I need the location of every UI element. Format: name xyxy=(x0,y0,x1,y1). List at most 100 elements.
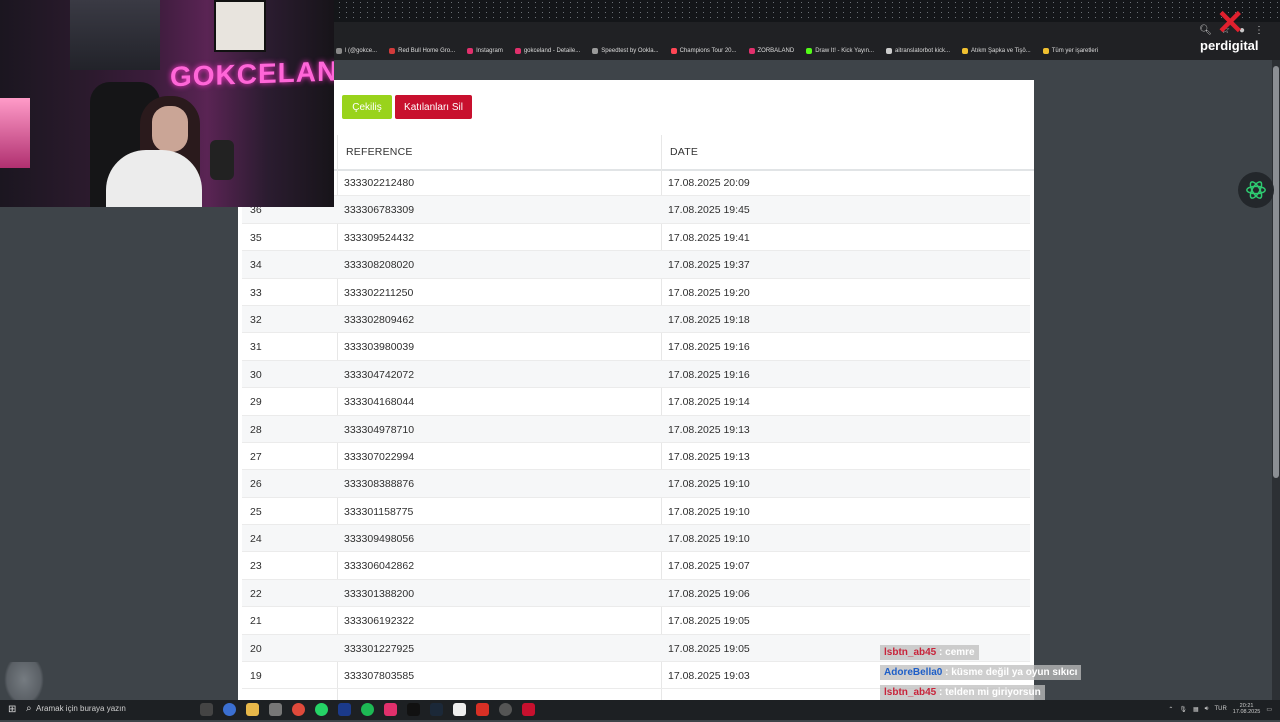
participants-panel: Çekiliş Katılanları Sil REFERENCE DATE 3… xyxy=(238,80,1034,700)
table-row: 23 333306042862 17.08.2025 19:07 xyxy=(242,552,1030,580)
table-row: 34 333308208020 17.08.2025 19:37 xyxy=(242,251,1030,279)
reference-cell: 333309498056 xyxy=(344,533,415,546)
network-icon[interactable]: ▦ xyxy=(1193,706,1199,713)
page-scrollbar[interactable] xyxy=(1272,60,1280,700)
taskbar-search-input[interactable]: Aramak için buraya yazın xyxy=(36,704,126,713)
bookmark-item[interactable]: Speedtest by Ookla... xyxy=(592,48,659,54)
tray-chevron-icon[interactable]: ⌃ xyxy=(1168,706,1173,713)
chat-text: : küsme değil ya oyun sıkıcı xyxy=(945,666,1078,678)
chrome-icon[interactable] xyxy=(292,703,305,716)
bookmark-item[interactable]: Red Bull Home Gro... xyxy=(389,48,455,54)
date-cell: 17.08.2025 19:16 xyxy=(668,368,750,381)
bookmark-item[interactable]: Champions Tour 20... xyxy=(670,48,737,54)
instagram-icon[interactable] xyxy=(384,703,397,716)
table-header: REFERENCE DATE xyxy=(238,135,1034,171)
bookmark-favicon-icon xyxy=(592,48,599,54)
language-indicator[interactable]: TUR xyxy=(1214,706,1226,712)
streamer-face xyxy=(152,106,188,152)
obs-icon[interactable] xyxy=(499,703,512,716)
row-number: 21 xyxy=(250,615,262,628)
steam-icon[interactable] xyxy=(430,703,443,716)
reference-cell: 333308208020 xyxy=(344,259,415,272)
draw-button[interactable]: Çekiliş xyxy=(342,95,392,119)
reference-cell: 333306192322 xyxy=(344,615,415,628)
tiktok-icon[interactable] xyxy=(407,703,420,716)
photoshop-icon[interactable] xyxy=(338,703,351,716)
reference-cell: 333304742072 xyxy=(344,368,415,381)
bookmark-favicon-icon xyxy=(885,48,892,54)
neon-sign: GOKCELAND xyxy=(170,54,334,93)
bookmark-item[interactable]: Draw It! - Kick Yayın... xyxy=(806,48,874,54)
bookmark-item[interactable]: ZORBALAND xyxy=(748,48,794,54)
bookmark-label: gokceland - Detaile... xyxy=(523,48,581,54)
brand-name: perdigital xyxy=(1200,38,1259,53)
row-number: 25 xyxy=(250,505,262,518)
reference-cell: 333309524432 xyxy=(344,231,415,244)
date-cell: 17.08.2025 19:10 xyxy=(668,533,750,546)
chat-text: : telden mi giriyorsun xyxy=(939,686,1041,698)
reference-cell: 333304168044 xyxy=(344,396,415,409)
delete-participants-button[interactable]: Katılanları Sil xyxy=(395,95,472,119)
row-number: 29 xyxy=(250,396,262,409)
row-number: 24 xyxy=(250,533,262,546)
row-number: 20 xyxy=(250,642,262,655)
date-cell: 17.08.2025 19:03 xyxy=(668,670,750,683)
bookmark-item[interactable]: Atıkm Şapka ve Tişö... xyxy=(962,48,1031,54)
bookmark-item[interactable]: l (@gokce... xyxy=(336,48,377,54)
reference-cell: 333302809462 xyxy=(344,313,415,326)
bookmark-item[interactable]: Instagram xyxy=(467,48,503,54)
search-icon[interactable]: ⌕ xyxy=(26,703,32,714)
table-row: 24 333309498056 17.08.2025 19:10 xyxy=(242,525,1030,553)
windows-start-icon[interactable]: ⊞ xyxy=(8,704,16,715)
bookmark-favicon-icon xyxy=(962,48,969,54)
ai-assistant-icon[interactable] xyxy=(1238,172,1274,208)
date-cell: 17.08.2025 19:10 xyxy=(668,478,750,491)
bookmark-label: Champions Tour 20... xyxy=(679,48,737,54)
windows-taskbar: ⊞ ⌕ Aramak için buraya yazın ⌃ 🎙︎ ▦ 🔊︎ T… xyxy=(0,700,1280,720)
chat-text: : cemre xyxy=(939,646,975,658)
table-row: 28 333304978710 17.08.2025 19:13 xyxy=(242,415,1030,443)
chat-message-body: lsbtn_ab45 : telden mi giriyorsun xyxy=(880,684,1045,700)
date-cell: 17.08.2025 19:13 xyxy=(668,423,750,436)
chat-message: lsbtn_ab45 : cemre xyxy=(880,642,1036,662)
mic-icon[interactable]: 🎙︎ xyxy=(1179,706,1187,713)
bookmark-item[interactable]: Tüm yer işaretleri xyxy=(1042,48,1098,54)
table-row: 29 333304168044 17.08.2025 19:14 xyxy=(242,388,1030,416)
bookmark-item[interactable]: gokceland - Detaile... xyxy=(514,48,581,54)
app-icon[interactable] xyxy=(269,703,282,716)
scrollbar-thumb[interactable] xyxy=(1273,66,1279,478)
bookmark-label: Speedtest by Ookla... xyxy=(601,48,659,54)
poster xyxy=(214,0,266,52)
date-cell: 17.08.2025 19:20 xyxy=(668,286,750,299)
row-number: 35 xyxy=(250,231,262,244)
bookmark-label: aitranslatorbot kick... xyxy=(894,48,951,54)
table-row: 35 333309524432 17.08.2025 19:41 xyxy=(242,224,1030,252)
capcut-icon[interactable] xyxy=(453,703,466,716)
volume-icon[interactable]: 🔊︎ xyxy=(1205,706,1209,713)
whatsapp-icon[interactable] xyxy=(315,703,328,716)
app-red-icon[interactable] xyxy=(522,703,535,716)
row-number: 28 xyxy=(250,423,262,436)
chat-message-body: AdoreBella0 : küsme değil ya oyun sıkıcı xyxy=(880,664,1082,680)
bookmark-item[interactable]: aitranslatorbot kick... xyxy=(885,48,951,54)
spotify-icon[interactable] xyxy=(361,703,374,716)
bookmark-favicon-icon xyxy=(806,48,813,54)
task-view-icon[interactable] xyxy=(200,703,213,716)
row-number: 19 xyxy=(250,670,262,683)
bookmarks-bar: l (@gokce... Red Bull Home Gro... Instagra… xyxy=(334,42,1280,60)
edge-icon[interactable] xyxy=(223,703,236,716)
youtube-icon[interactable] xyxy=(476,703,489,716)
file-explorer-icon[interactable] xyxy=(246,703,259,716)
reference-cell: 333301158775 xyxy=(344,505,414,518)
reference-cell: 333302212480 xyxy=(344,177,415,189)
reference-cell: 333306042862 xyxy=(344,560,415,573)
date-cell: 17.08.2025 19:10 xyxy=(668,505,750,518)
clock[interactable]: 20:21 17.08.2025 xyxy=(1233,703,1261,715)
date-cell: 17.08.2025 19:37 xyxy=(668,259,750,272)
address-bar[interactable]: 🔍︎ ☆ ● ⋮ xyxy=(334,22,1280,42)
chat-username: lsbtn_ab45 xyxy=(884,686,937,698)
chat-message-body: lsbtn_ab45 : cemre xyxy=(880,644,979,660)
notification-icon[interactable]: ▭ xyxy=(1266,706,1272,713)
taskbar-apps xyxy=(200,703,535,716)
row-number: 33 xyxy=(250,286,262,299)
